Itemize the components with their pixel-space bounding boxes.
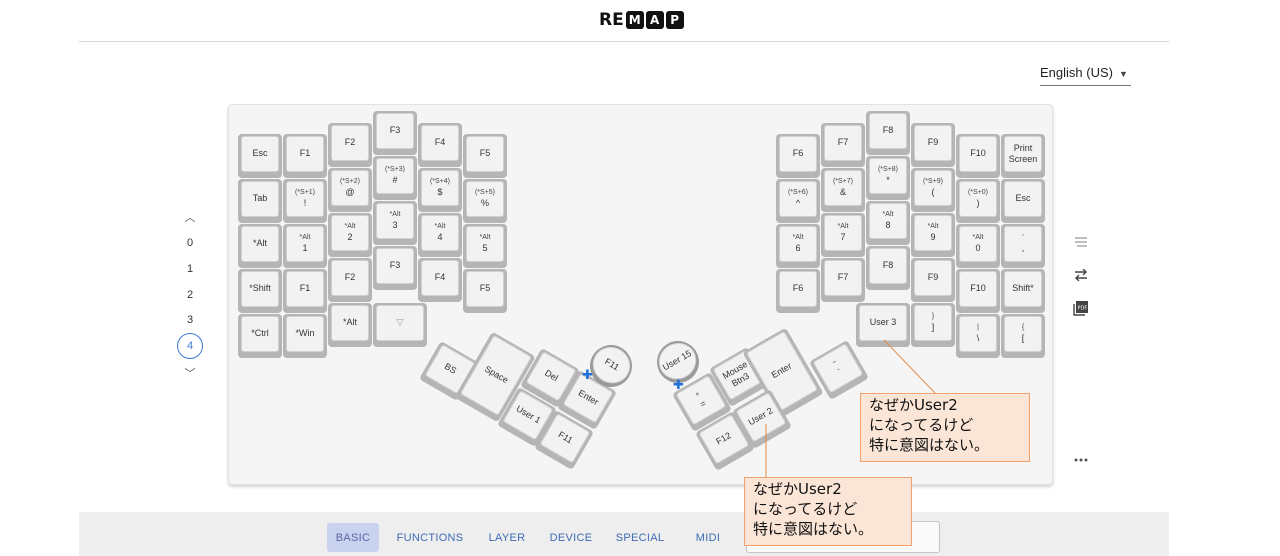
svg-text:PDF: PDF [1078, 306, 1088, 312]
swap-icon[interactable] [1070, 265, 1092, 285]
tab-layer[interactable]: LAYER [482, 523, 532, 552]
tab-special[interactable]: SPECIAL [612, 523, 668, 552]
tab-device[interactable]: DEVICE [546, 523, 596, 552]
more-options-icon[interactable] [1070, 450, 1092, 470]
tab-functions[interactable]: FUNCTIONS [392, 523, 468, 552]
tab-midi[interactable]: MIDI [688, 523, 728, 552]
pdf-icon[interactable]: PDF [1070, 298, 1092, 318]
annotation-note-2: なぜかUser2 になってるけど 特に意図はない。 [744, 477, 912, 546]
callout-line-1 [883, 339, 936, 394]
list-icon[interactable] [1070, 232, 1092, 252]
tab-basic[interactable]: BASIC [327, 523, 379, 552]
annotation-note-1: なぜかUser2 になってるけど 特に意図はない。 [860, 393, 1030, 462]
